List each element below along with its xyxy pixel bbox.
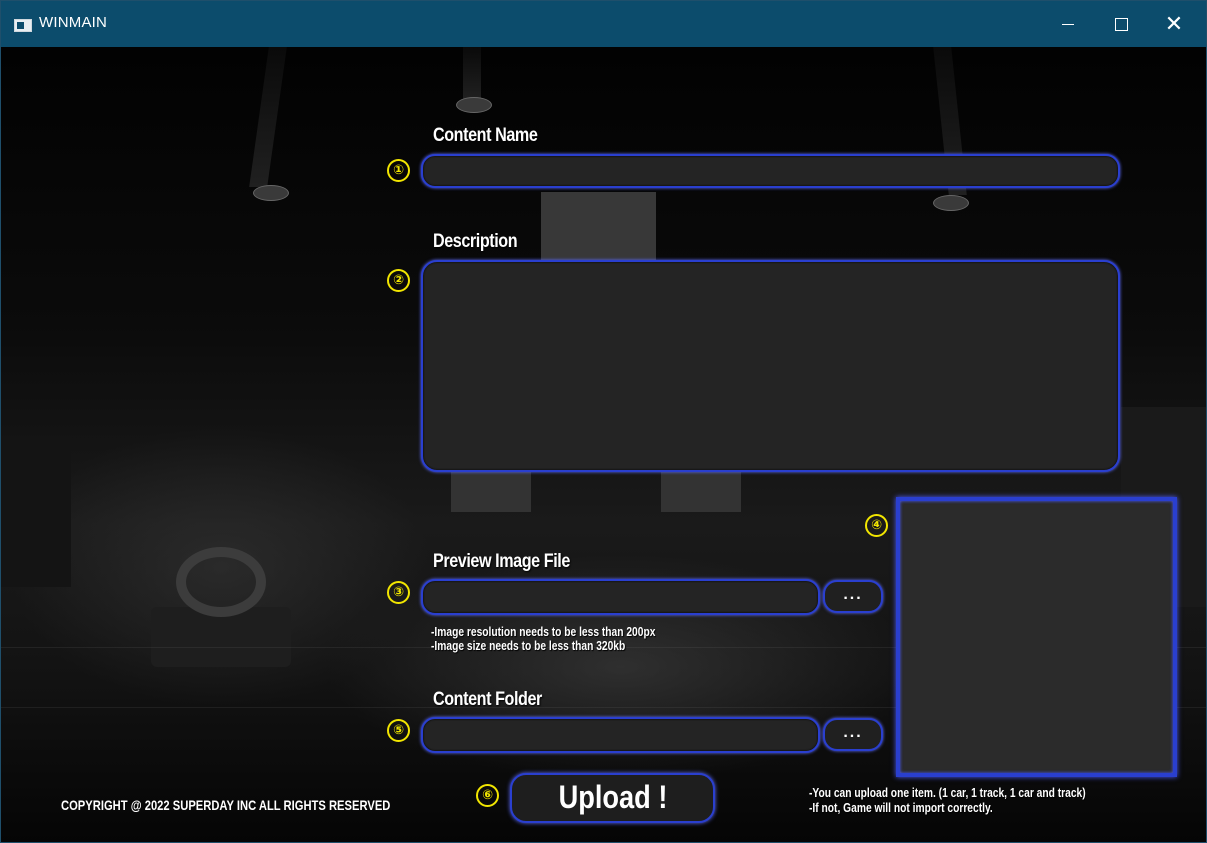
preview-image-browse-button[interactable]: ... <box>823 580 883 613</box>
image-preview-box <box>896 497 1177 777</box>
trophy-wreath-icon <box>176 547 266 617</box>
step-2-marker: ② <box>387 269 410 292</box>
ceiling-lamp-icon <box>456 97 492 113</box>
step-4-marker: ④ <box>865 514 888 537</box>
ceiling-lamp-icon <box>933 195 969 211</box>
wall-picture <box>541 192 656 262</box>
preview-image-label: Preview Image File <box>433 551 570 572</box>
wall-picture <box>451 467 531 512</box>
upload-button-label: Upload ! <box>558 779 667 815</box>
window-title: WINMAIN <box>39 14 108 31</box>
wall-panel <box>1 437 71 587</box>
step-5-marker: ⑤ <box>387 719 410 742</box>
content-folder-input[interactable] <box>421 717 820 753</box>
image-size-note: -Image size needs to be less than 320kb <box>431 639 626 653</box>
ceiling-beam <box>249 47 287 187</box>
image-resolution-note: -Image resolution needs to be less than … <box>431 625 656 639</box>
description-label: Description <box>433 231 518 252</box>
step-1-marker: ① <box>387 159 410 182</box>
ceiling-lamp-icon <box>253 185 289 201</box>
maximize-icon[interactable] <box>1098 1 1144 47</box>
ceiling-beam <box>463 47 481 99</box>
content-name-label: Content Name <box>433 125 538 146</box>
copyright-text: COPYRIGHT @ 2022 SUPERDAY INC ALL RIGHTS… <box>61 797 391 813</box>
step-6-marker: ⑥ <box>476 784 499 807</box>
minimize-icon[interactable] <box>1045 1 1091 47</box>
step-3-marker: ③ <box>387 581 410 604</box>
app-window: WINMAIN ✕ Content Name ① Description ② P… <box>0 0 1207 843</box>
title-bar[interactable]: WINMAIN ✕ <box>1 1 1206 47</box>
app-icon <box>14 19 32 32</box>
content-name-input[interactable] <box>421 154 1120 188</box>
content-folder-label: Content Folder <box>433 689 542 710</box>
wall-picture <box>661 467 741 512</box>
close-icon[interactable]: ✕ <box>1151 1 1197 47</box>
import-warning-note: -If not, Game will not import correctly. <box>809 801 993 815</box>
upload-button[interactable]: Upload ! <box>510 773 715 823</box>
description-textarea[interactable] <box>421 260 1120 472</box>
upload-limit-note: -You can upload one item. (1 car, 1 trac… <box>809 786 1086 800</box>
preview-image-input[interactable] <box>421 579 820 615</box>
content-folder-browse-button[interactable]: ... <box>823 718 883 751</box>
